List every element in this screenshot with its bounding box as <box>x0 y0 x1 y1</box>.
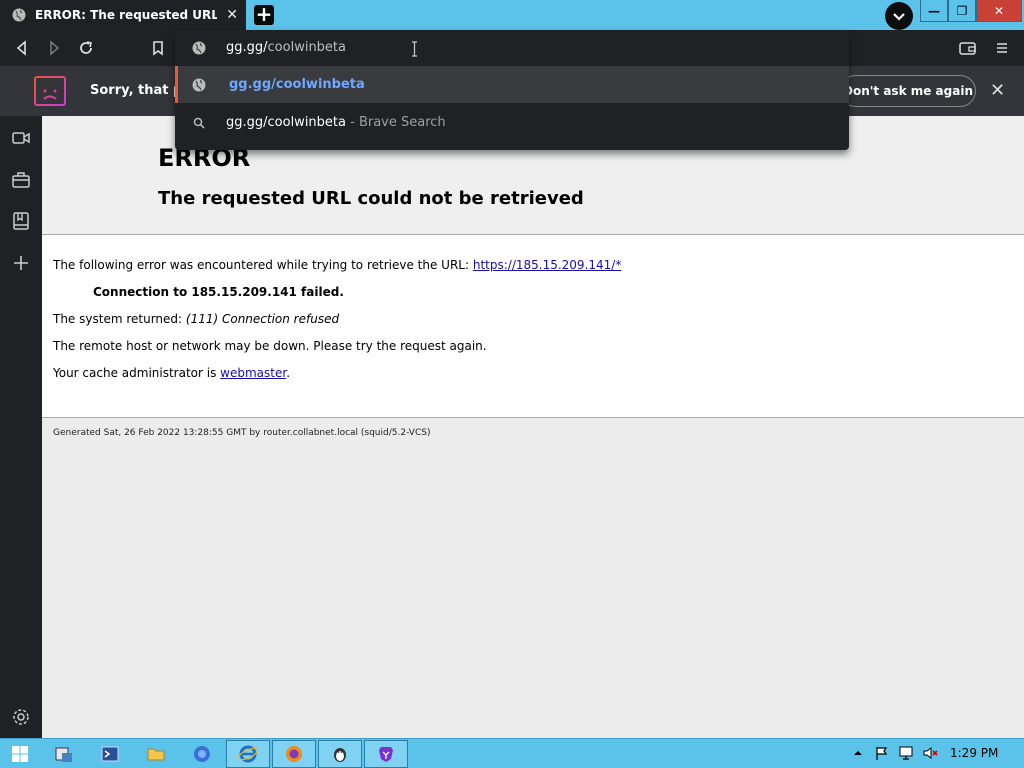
add-panel-icon[interactable] <box>11 253 31 273</box>
sad-page-icon <box>34 76 66 106</box>
forward-button[interactable] <box>44 38 64 58</box>
omnibox-dropdown: gg.gg/coolwinbeta gg.gg/coolwinbeta gg.g… <box>175 30 849 150</box>
address-bar[interactable]: gg.gg/coolwinbeta <box>175 30 849 66</box>
start-button[interactable] <box>0 739 40 768</box>
cache-admin-suffix: . <box>286 366 291 380</box>
address-typed-text: gg.gg/ <box>226 40 268 55</box>
taskbar-firefox-dev[interactable] <box>180 740 224 768</box>
error-url-link[interactable]: https://185.15.209.141/* <box>473 258 621 272</box>
close-window-button[interactable]: ✕ <box>976 0 1022 22</box>
network-icon[interactable] <box>898 745 914 761</box>
settings-gear-icon[interactable] <box>11 707 31 727</box>
action-center-flag-icon[interactable] <box>874 745 890 761</box>
sidebar <box>0 116 42 738</box>
suggestion-engine: - Brave Search <box>345 115 446 130</box>
tab-search-button[interactable] <box>885 2 913 30</box>
penguin-app-icon <box>334 748 346 762</box>
error-line-text: The following error was encountered whil… <box>53 258 473 272</box>
suggestion-label: gg.gg/coolwinbeta - Brave Search <box>226 115 446 130</box>
suggestion-query: gg.gg/coolwinbeta <box>226 115 346 130</box>
video-call-icon[interactable] <box>11 128 31 148</box>
server-manager-icon <box>55 747 72 762</box>
brave-lion-icon <box>379 747 393 762</box>
taskbar: 1:29 PM <box>0 738 1024 768</box>
wallet-icon <box>959 42 976 55</box>
tab-close-button[interactable]: ✕ <box>226 7 238 23</box>
bookmark-button[interactable] <box>148 38 168 58</box>
wallet-button[interactable] <box>958 38 978 58</box>
reload-button[interactable] <box>76 38 96 58</box>
firefox-developer-icon <box>194 746 210 762</box>
windows-logo-icon <box>12 746 28 762</box>
hamburger-menu-icon <box>997 43 1007 53</box>
taskbar-app-penguin[interactable] <box>318 740 362 768</box>
back-button[interactable] <box>12 38 32 58</box>
back-arrow-icon <box>16 40 26 56</box>
suggestion-label: gg.gg/coolwinbeta <box>229 77 365 92</box>
taskbar-file-explorer[interactable] <box>134 740 178 768</box>
taskbar-server-manager[interactable] <box>42 740 86 768</box>
error-line-url: The following error was encountered whil… <box>53 258 621 272</box>
taskbar-internet-explorer[interactable] <box>226 740 270 768</box>
system-returned-line: The system returned: (111) Connection re… <box>53 312 339 326</box>
dont-ask-again-button[interactable]: Don't ask me again <box>840 75 976 107</box>
maximize-button[interactable]: ❐ <box>948 0 976 22</box>
address-input-text[interactable]: gg.gg/coolwinbeta <box>226 40 346 55</box>
volume-muted-icon[interactable] <box>922 745 938 761</box>
taskbar-brave[interactable] <box>364 740 408 768</box>
reload-icon <box>80 41 92 54</box>
firefox-icon <box>286 746 302 762</box>
chevron-down-icon <box>893 13 905 21</box>
show-hidden-icons-icon[interactable] <box>850 745 866 761</box>
address-autocomplete-text: coolwinbeta <box>267 40 346 55</box>
error-subtitle: The requested URL could not be retrieved <box>158 188 584 209</box>
briefcase-icon[interactable] <box>11 170 31 190</box>
minimize-button[interactable]: — <box>920 0 948 22</box>
tab-strip: ERROR: The requested URL could not be re… <box>0 0 1024 30</box>
taskbar-powershell[interactable] <box>88 740 132 768</box>
internet-explorer-icon <box>238 745 258 763</box>
tab-active[interactable]: ERROR: The requested URL could not be re… <box>0 0 246 30</box>
error-body: The following error was encountered whil… <box>42 235 1024 418</box>
menu-button[interactable] <box>992 38 1012 58</box>
globe-icon <box>192 78 206 91</box>
system-returned-value: (111) Connection refused <box>185 312 340 326</box>
connection-failed-text: Connection to 185.15.209.141 failed. <box>93 285 344 299</box>
remote-host-line: The remote host or network may be down. … <box>53 339 487 353</box>
folder-icon <box>147 748 165 761</box>
search-icon <box>193 117 205 129</box>
webmaster-link[interactable]: webmaster <box>220 366 286 380</box>
bookmark-icon <box>153 41 163 56</box>
powershell-icon <box>101 746 119 762</box>
page-content: ERROR The requested URL could not be ret… <box>42 116 1024 738</box>
taskbar-firefox[interactable] <box>272 740 316 768</box>
cache-admin-line: Your cache administrator is webmaster. <box>53 366 290 380</box>
globe-icon <box>12 8 26 22</box>
new-tab-button[interactable]: + <box>254 4 274 25</box>
cache-admin-label: Your cache administrator is <box>53 366 221 380</box>
generated-footer: Generated Sat, 26 Feb 2022 13:28:55 GMT … <box>53 428 431 438</box>
system-returned-label: The system returned: <box>53 312 186 326</box>
suggestion-search[interactable]: gg.gg/coolwinbeta - Brave Search <box>175 104 849 141</box>
suggestion-url[interactable]: gg.gg/coolwinbeta <box>175 66 849 103</box>
text-cursor-icon <box>412 41 417 57</box>
window-controls: — ❐ ✕ <box>920 0 1022 22</box>
tab-title: ERROR: The requested URL could not be re… <box>35 8 217 22</box>
forward-arrow-icon <box>50 40 60 56</box>
reading-list-icon[interactable] <box>11 211 31 231</box>
taskbar-clock[interactable]: 1:29 PM <box>950 746 998 760</box>
globe-icon <box>192 41 206 55</box>
infobar-close-button[interactable]: ✕ <box>990 80 1005 101</box>
